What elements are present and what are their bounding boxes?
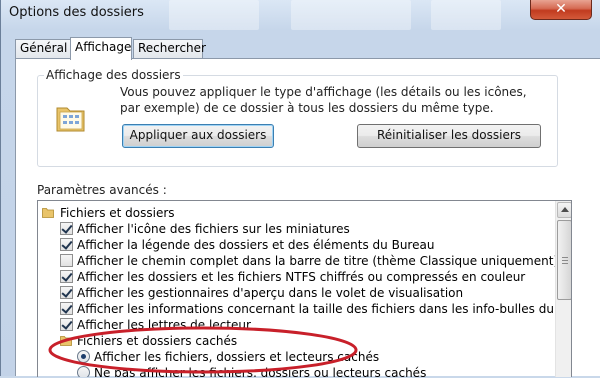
apply-to-folders-button[interactable]: Appliquer aux dossiers [122, 124, 274, 148]
option-label: Afficher les lettres de lecteur [77, 318, 251, 332]
tab-panel: Affichage des dossiers Vous pouvez appli… [15, 58, 600, 377]
checkbox[interactable] [60, 302, 73, 315]
checkbox[interactable] [60, 222, 73, 235]
folder-icon [60, 336, 72, 346]
title-bar[interactable]: Options des dossiers ✕ [1, 0, 600, 30]
option-label: Afficher le chemin complet dans la barre… [77, 254, 559, 268]
background-blur [291, 0, 411, 30]
tab-general[interactable]: Général [15, 39, 71, 58]
tab-label: Affichage [75, 40, 132, 54]
option-label: Afficher les informations concernant la … [77, 302, 572, 316]
tree-item-label: Fichiers et dossiers cachés [77, 334, 238, 348]
checkbox[interactable] [60, 286, 73, 299]
folder-view-description: Vous pouvez appliquer le type d'affichag… [120, 85, 527, 115]
group-legend: Affichage des dossiers [44, 68, 183, 82]
option-label: Ne pas afficher les fichiers, dossiers o… [94, 366, 427, 377]
background-blur [169, 0, 259, 30]
grip-line [562, 257, 568, 258]
window-title: Options des dossiers [9, 5, 144, 20]
checkbox[interactable] [60, 318, 73, 331]
advanced-settings-label: Paramètres avancés : [37, 183, 167, 197]
tab-label: Général [20, 41, 68, 55]
option-label: Afficher l'icône des fichiers sur les mi… [77, 222, 350, 236]
tab-label: Rechercher [138, 41, 206, 55]
option-label: Afficher les fichiers, dossiers et lecte… [94, 350, 380, 364]
scroll-thumb[interactable] [557, 220, 571, 300]
close-button[interactable]: ✕ [530, 0, 592, 20]
folder-icon [42, 208, 54, 218]
option-label: Afficher les dossiers et les fichiers NT… [77, 270, 526, 284]
close-icon: ✕ [555, 1, 567, 17]
option-label: Afficher la légende des dossiers et des … [77, 238, 435, 252]
background-blur [431, 0, 501, 30]
radio-button[interactable] [77, 350, 90, 363]
scroll-up-button[interactable] [557, 202, 571, 218]
vertical-scrollbar[interactable] [555, 201, 571, 377]
folder-options-window: Options des dossiers ✕ Général Affichage… [0, 0, 600, 377]
tab-affichage[interactable]: Affichage [70, 37, 132, 60]
advanced-settings-tree[interactable]: Fichiers et dossiers Afficher l'icône de… [37, 200, 572, 377]
tab-rechercher[interactable]: Rechercher [133, 39, 206, 58]
grip-line [562, 260, 568, 261]
checkbox[interactable] [60, 238, 73, 251]
tree-item-label: Fichiers et dossiers [60, 206, 175, 220]
checkbox[interactable] [60, 254, 73, 267]
grip-line [562, 263, 568, 264]
option-label: Afficher les gestionnaires d'aperçu dans… [77, 286, 464, 300]
reset-folders-button[interactable]: Réinitialiser les dossiers [357, 124, 541, 148]
radio-button[interactable] [77, 366, 90, 377]
folder-view-group: Affichage des dossiers Vous pouvez appli… [37, 68, 558, 167]
checkbox[interactable] [60, 270, 73, 283]
folder-view-icon [56, 107, 85, 132]
